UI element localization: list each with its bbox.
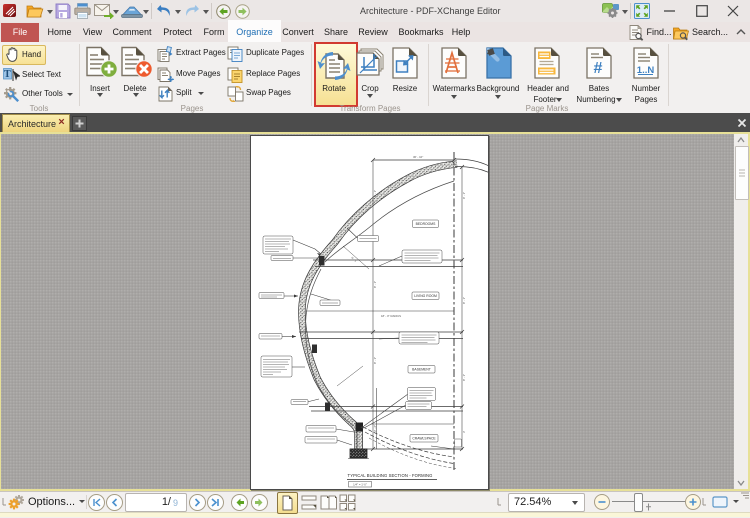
svg-text:8' - 1": 8' - 1" [462,374,466,381]
svg-text:36' - 10": 36' - 10" [413,155,423,159]
svg-text:8' - 1": 8' - 1" [373,357,377,364]
svg-text:18' - 0" RADIUS: 18' - 0" RADIUS [381,314,401,318]
svg-text:9' - 1": 9' - 1" [462,192,466,199]
svg-text:LIVING ROOM: LIVING ROOM [414,294,437,298]
svg-text:#: # [594,60,603,77]
svg-text:BEDROOMS: BEDROOMS [416,222,437,226]
svg-text:TYPICAL BUILDING SECTION - FOR: TYPICAL BUILDING SECTION - FORMING [348,473,433,478]
svg-text:BASEMENT: BASEMENT [412,368,431,372]
svg-text:3': 3' [462,430,466,433]
svg-text:R - 1: R - 1 [350,256,358,263]
svg-text:T: T [4,69,11,80]
svg-text:CRAWLSPACE: CRAWLSPACE [412,437,436,441]
svg-text:1/4" = 1'-0": 1/4" = 1'-0" [353,483,367,487]
svg-text:8' - 1": 8' - 1" [373,281,377,288]
svg-text:3' - 6": 3' - 6" [373,425,377,432]
svg-text:9' - 1": 9' - 1" [373,190,377,197]
svg-text:8' - 1": 8' - 1" [462,297,466,304]
